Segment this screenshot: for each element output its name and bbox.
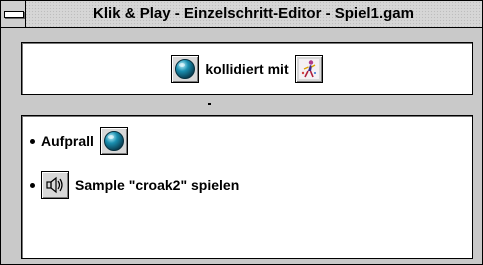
condition-line: kollidiert mit [22,54,472,84]
bullet-icon [30,182,35,188]
system-menu-icon [4,11,24,18]
ball-object-icon[interactable] [99,127,128,155]
character-object-icon[interactable] [294,55,323,83]
action-label: Aufprall [41,133,94,149]
step-editor-window: Klik & Play - Einzelschritt-Editor - Spi… [0,0,483,265]
actions-panel[interactable]: Aufprall Sample "croak2" spielen [21,115,473,259]
condition-panel[interactable]: kollidiert mit [21,42,473,95]
editor-content: kollidiert mit Aufprall Sample "croak2" … [4,31,477,259]
bullet-icon [30,138,35,144]
speaker-sound-icon[interactable] [41,171,69,199]
title-bar[interactable]: Klik & Play - Einzelschritt-Editor - Spi… [1,1,482,28]
action-item[interactable]: Aufprall [30,126,128,156]
system-menu-button[interactable] [1,1,26,27]
action-label: Sample "croak2" spielen [75,177,240,193]
action-item[interactable]: Sample "croak2" spielen [30,170,239,200]
ball-object-icon[interactable] [171,55,200,83]
panel-splitter[interactable] [208,103,211,105]
window-title: Klik & Play - Einzelschritt-Editor - Spi… [93,5,414,22]
condition-text: kollidiert mit [205,61,289,77]
